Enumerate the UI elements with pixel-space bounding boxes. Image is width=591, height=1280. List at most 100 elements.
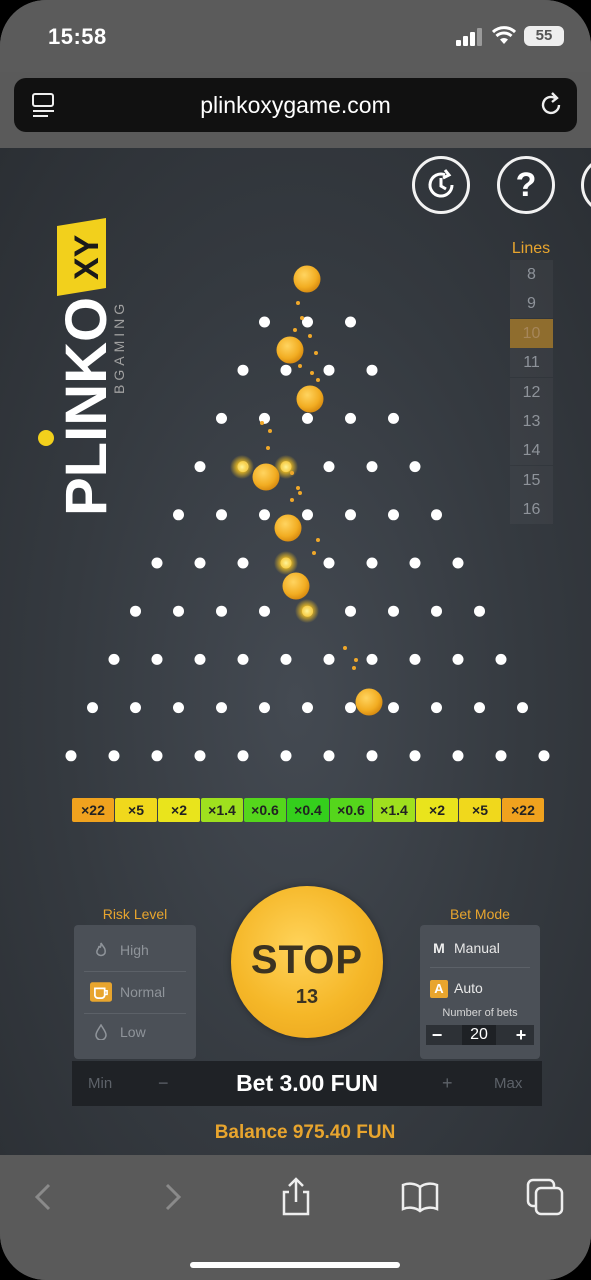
- peg: [323, 461, 335, 473]
- plinko-ball: [355, 688, 383, 716]
- plinko-ball: [276, 336, 304, 364]
- spark: [260, 421, 264, 425]
- back-icon[interactable]: [24, 1177, 64, 1217]
- peg: [130, 702, 141, 714]
- peg: [323, 750, 335, 762]
- number-of-bets-value[interactable]: 20: [462, 1025, 496, 1045]
- peg: [366, 461, 378, 473]
- peg: [452, 750, 464, 762]
- plinko-ball: [293, 265, 321, 293]
- spark: [298, 364, 302, 368]
- bet-mode-options: M Manual A Auto Number of bets − 20 +: [420, 925, 540, 1059]
- peg: [345, 702, 356, 714]
- bet-amount-bar: Min − Bet 3.00 FUN + Max: [72, 1061, 542, 1106]
- spark: [300, 316, 304, 320]
- peg: [216, 412, 227, 424]
- risk-option-label: Normal: [120, 984, 166, 1000]
- peg: [259, 509, 270, 521]
- battery-level: 55: [535, 27, 553, 44]
- multiplier-slot: ×0.6: [330, 798, 372, 822]
- peg: [237, 750, 249, 762]
- multiplier-slot: ×0.6: [244, 798, 286, 822]
- bookmarks-icon[interactable]: [400, 1177, 440, 1217]
- peg: [216, 509, 227, 521]
- peg: [388, 702, 399, 714]
- peg: [237, 557, 249, 569]
- bets-decrement-button[interactable]: −: [426, 1025, 448, 1045]
- multiplier-slot: ×2: [158, 798, 200, 822]
- peg: [280, 653, 292, 665]
- multiplier-slot: ×2: [416, 798, 458, 822]
- address-bar[interactable]: plinkoxygame.com: [14, 78, 577, 132]
- auto-label: Auto: [454, 980, 483, 996]
- balance-display: Balance 975.40 FUN: [214, 1122, 396, 1143]
- peg: [302, 702, 313, 714]
- risk-option-normal[interactable]: Normal: [82, 973, 188, 1011]
- bets-increment-button[interactable]: +: [510, 1025, 532, 1045]
- number-of-bets-stepper: − 20 +: [426, 1025, 534, 1045]
- peg-glow: [274, 551, 298, 575]
- peg: [345, 605, 356, 617]
- bet-mode-auto[interactable]: A Auto: [430, 973, 530, 1003]
- peg: [151, 557, 163, 569]
- peg: [108, 653, 120, 665]
- peg: [409, 461, 421, 473]
- risk-level-title: Risk Level: [102, 906, 168, 922]
- peg: [237, 364, 249, 376]
- spark: [316, 538, 320, 542]
- manual-key-icon: M: [433, 940, 445, 956]
- multiplier-slot: ×1.4: [373, 798, 415, 822]
- peg: [431, 702, 442, 714]
- stop-button[interactable]: STOP 13: [231, 886, 383, 1038]
- peg: [323, 653, 335, 665]
- balls-group: [252, 265, 383, 716]
- bet-mode-manual[interactable]: M Manual: [430, 933, 530, 963]
- peg: [280, 364, 292, 376]
- peg: [302, 509, 313, 521]
- manual-label: Manual: [454, 940, 500, 956]
- forward-icon[interactable]: [152, 1177, 192, 1217]
- risk-option-label: High: [120, 942, 149, 958]
- tabs-icon[interactable]: [525, 1177, 565, 1217]
- plinko-ball: [274, 514, 302, 542]
- risk-option-high[interactable]: High: [82, 931, 188, 969]
- risk-level-options: High Normal Low: [74, 925, 196, 1059]
- peg: [452, 557, 464, 569]
- multiplier-slot: ×22: [72, 798, 114, 822]
- bet-min-button[interactable]: Min: [88, 1061, 112, 1106]
- peg: [474, 605, 485, 617]
- risk-option-label: Low: [120, 1024, 146, 1040]
- wifi-icon: [492, 26, 516, 44]
- spark: [316, 378, 320, 382]
- remaining-bets-count: 13: [295, 986, 319, 1008]
- peg: [259, 316, 270, 328]
- battery-icon: 55: [524, 26, 564, 46]
- multiplier-slot: ×22: [502, 798, 544, 822]
- status-bar: 15:58 55: [0, 0, 591, 72]
- share-icon[interactable]: [276, 1177, 316, 1217]
- url-text[interactable]: plinkoxygame.com: [14, 78, 577, 132]
- bet-increase-button[interactable]: +: [442, 1061, 453, 1106]
- spark: [308, 334, 312, 338]
- spark: [354, 658, 358, 662]
- bet-decrease-button[interactable]: −: [158, 1061, 169, 1106]
- risk-option-low[interactable]: Low: [82, 1013, 188, 1051]
- bet-max-button[interactable]: Max: [494, 1061, 522, 1106]
- peg: [280, 750, 292, 762]
- phone-screen: 15:58 55 plinkoxygame.com ? XY PLINKO BG…: [0, 0, 591, 1280]
- peg: [87, 702, 98, 714]
- peg: [194, 653, 206, 665]
- cellular-signal-icon: [456, 28, 482, 46]
- spark: [293, 328, 297, 332]
- reload-icon[interactable]: [538, 92, 564, 118]
- peg: [323, 364, 335, 376]
- multiplier-slot: ×0.4: [287, 798, 329, 822]
- peg: [409, 750, 421, 762]
- peg: [366, 750, 378, 762]
- peg: [409, 653, 421, 665]
- peg: [173, 605, 184, 617]
- peg: [173, 702, 184, 714]
- spark: [296, 301, 300, 305]
- spark: [296, 486, 300, 490]
- peg: [388, 605, 399, 617]
